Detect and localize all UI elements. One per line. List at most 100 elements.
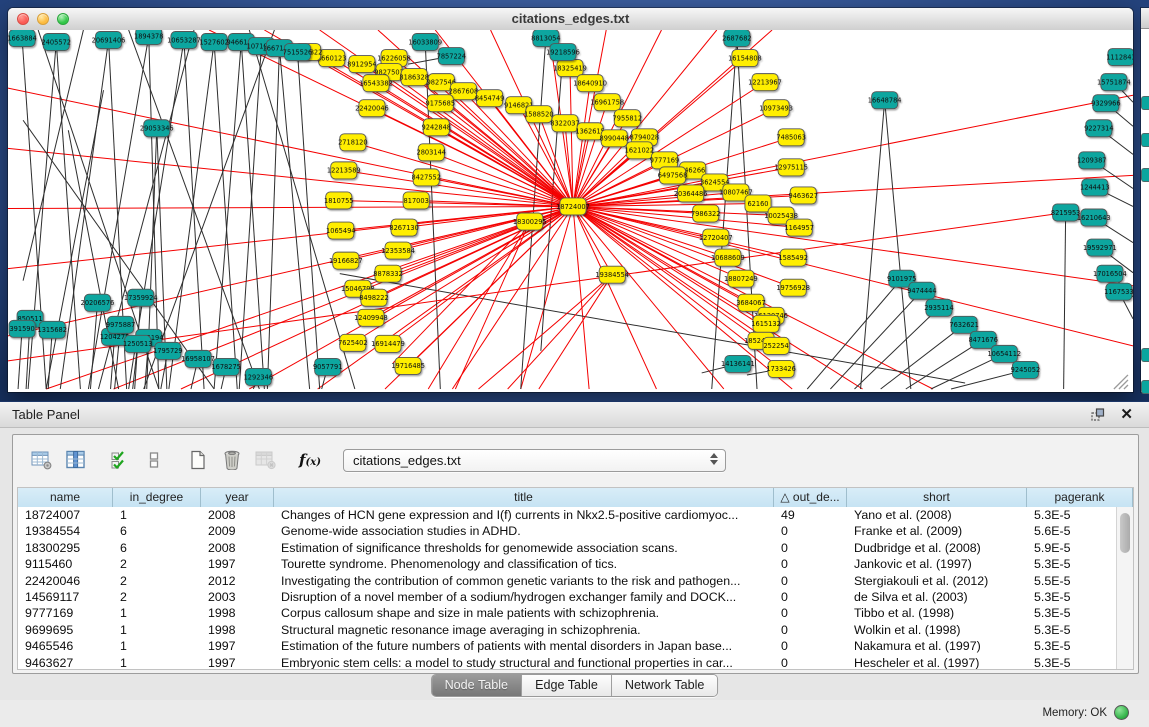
column-header-in_degree[interactable]: in_degree [113,488,201,507]
graph-node[interactable]: 1527602 [199,34,228,51]
graph-node[interactable]: 1795729 [153,342,182,359]
graph-node[interactable]: 19756928 [776,279,810,296]
graph-node[interactable]: 1810755 [324,192,353,209]
graph-node[interactable]: 18724007 [556,198,590,215]
table-row[interactable]: 977716911998Corpus callosum shape and si… [18,605,1117,621]
graph-node[interactable]: 8498222 [359,289,388,306]
graph-node[interactable]: 20691406 [92,32,126,49]
graph-node[interactable]: 7986322 [691,205,720,222]
graph-node[interactable]: 7485063 [776,129,805,146]
graph-node[interactable]: 1209387 [1077,152,1106,169]
graph-node[interactable]: 14136141 [721,355,755,372]
graph-node[interactable]: 1588520 [524,106,553,123]
graph-node[interactable]: 2405572 [42,34,71,51]
graph-node[interactable]: 1678275 [211,358,240,375]
column-header-name[interactable]: name [18,488,113,507]
table-settings-icon[interactable] [27,445,57,475]
graph-node[interactable]: 1585492 [778,249,807,266]
function-builder-icon[interactable]: f(x) [295,445,325,475]
graph-node[interactable]: 1292346 [244,368,273,385]
graph-node[interactable]: 16033809 [408,34,442,51]
graph-node[interactable]: 8427552 [411,169,440,186]
graph-node[interactable]: 1244413 [1080,179,1109,196]
delete-column-icon[interactable] [217,445,247,475]
column-header-pagerank[interactable]: pagerank [1027,488,1133,507]
graph-node[interactable]: 2687682 [722,30,751,47]
graph-node[interactable]: 29053346 [140,120,174,137]
table-row[interactable]: 1938455462009Genome-wide association stu… [18,523,1117,539]
graph-node[interactable]: 18325419 [553,60,587,77]
graph-node[interactable]: 252254 [763,337,789,354]
background-window-sliver[interactable] [1141,8,1149,392]
network-window[interactable]: citations_edges.txt 18724007183002951938… [8,8,1133,392]
graph-node[interactable]: 1615132 [751,315,780,332]
graph-node[interactable]: 1065494 [326,222,355,239]
graph-node[interactable]: 16210643 [1077,209,1111,226]
graph-node[interactable]: 12720407 [699,229,733,246]
table-row[interactable]: 1830029562008Estimation of significance … [18,540,1117,556]
graph-node[interactable]: 16958107 [181,350,215,367]
graph-node[interactable]: 15751874 [1097,74,1131,91]
graph-node[interactable]: 16543382 [359,75,393,92]
graph-node[interactable]: 1167533 [1104,283,1133,300]
show-columns-icon[interactable] [61,445,91,475]
graph-node[interactable]: 1164957 [784,219,813,236]
graph-node[interactable]: 1894378 [134,30,163,45]
close-panel-icon[interactable]: ✕ [1120,405,1133,423]
memory-status-indicator[interactable] [1114,705,1129,720]
column-header-year[interactable]: year [201,488,274,507]
graph-node[interactable]: 19218596 [546,44,580,61]
select-rows-icon[interactable] [105,445,135,475]
graph-node[interactable]: 1733426 [766,360,795,377]
column-header-out_de[interactable]: △ out_de... [774,488,847,507]
graph-node[interactable]: 9242848 [422,119,451,136]
graph-node[interactable]: 9245052 [1011,361,1040,378]
graph-node[interactable]: 19384554 [595,266,629,283]
graph-node[interactable]: 20364486 [674,185,708,202]
graph-node[interactable]: 2803144 [417,144,446,161]
graph-node[interactable]: 9057791 [313,358,342,375]
graph-node[interactable]: 1112843 [1106,49,1133,66]
column-header-short[interactable]: short [847,488,1027,507]
table-row[interactable]: 1456911722003Disruption of a novel membe… [18,589,1117,605]
graph-node[interactable]: 12353584 [381,242,415,259]
graph-node[interactable]: 18807249 [724,270,758,287]
graph-node[interactable]: 8215953 [1051,204,1080,221]
graph-node[interactable]: 17016504 [1093,265,1127,282]
graph-node[interactable]: 62160 [745,195,771,212]
graph-node[interactable]: 16914479 [371,335,405,352]
column-header-title[interactable]: title [274,488,774,507]
row-height-icon[interactable] [139,445,169,475]
table-row[interactable]: 969969511998Structural magnetic resonanc… [18,622,1117,638]
graph-node[interactable]: 16648784 [868,92,902,109]
graph-node[interactable]: 10653287 [167,32,201,49]
table-row[interactable]: 946554611997Estimation of the future num… [18,638,1117,654]
graph-node[interactable]: 817003 [403,192,429,209]
graph-node[interactable]: 391590 [9,320,35,337]
graph-node[interactable]: 9474444 [907,282,936,299]
graph-node[interactable]: 19592971 [1083,239,1117,256]
graph-node[interactable]: 9329966 [1091,95,1120,112]
graph-node[interactable]: 1315682 [37,321,66,338]
graph-node[interactable]: 19716485 [391,357,425,374]
graph-node[interactable]: 9175685 [426,95,455,112]
graph-node[interactable]: 7955812 [613,110,642,127]
tab-network-table[interactable]: Network Table [612,675,718,696]
tab-node-table[interactable]: Node Table [432,675,523,696]
graph-node[interactable]: 7515526 [283,44,312,61]
graph-node[interactable]: 17359924 [124,289,158,306]
graph-node[interactable]: 2718120 [338,134,367,151]
graph-node[interactable]: 1663884 [8,30,37,47]
graph-node[interactable]: 12975115 [774,159,808,176]
graph-node[interactable]: 10688609 [711,249,745,266]
graph-node[interactable]: 8267130 [389,219,418,236]
scrollbar-thumb[interactable] [1120,513,1130,553]
graph-node[interactable]: 20206576 [81,294,115,311]
graph-node[interactable]: 1362615 [575,123,604,140]
graph-node[interactable]: 6497568 [658,167,687,184]
graph-node[interactable]: 12409948 [354,309,388,326]
graph-node[interactable]: 12213967 [748,74,782,91]
network-canvas[interactable]: 1872400718300295193845548660123891295416… [8,30,1133,392]
vertical-scrollbar[interactable] [1116,507,1133,669]
graph-node[interactable]: 8990448 [599,130,628,147]
